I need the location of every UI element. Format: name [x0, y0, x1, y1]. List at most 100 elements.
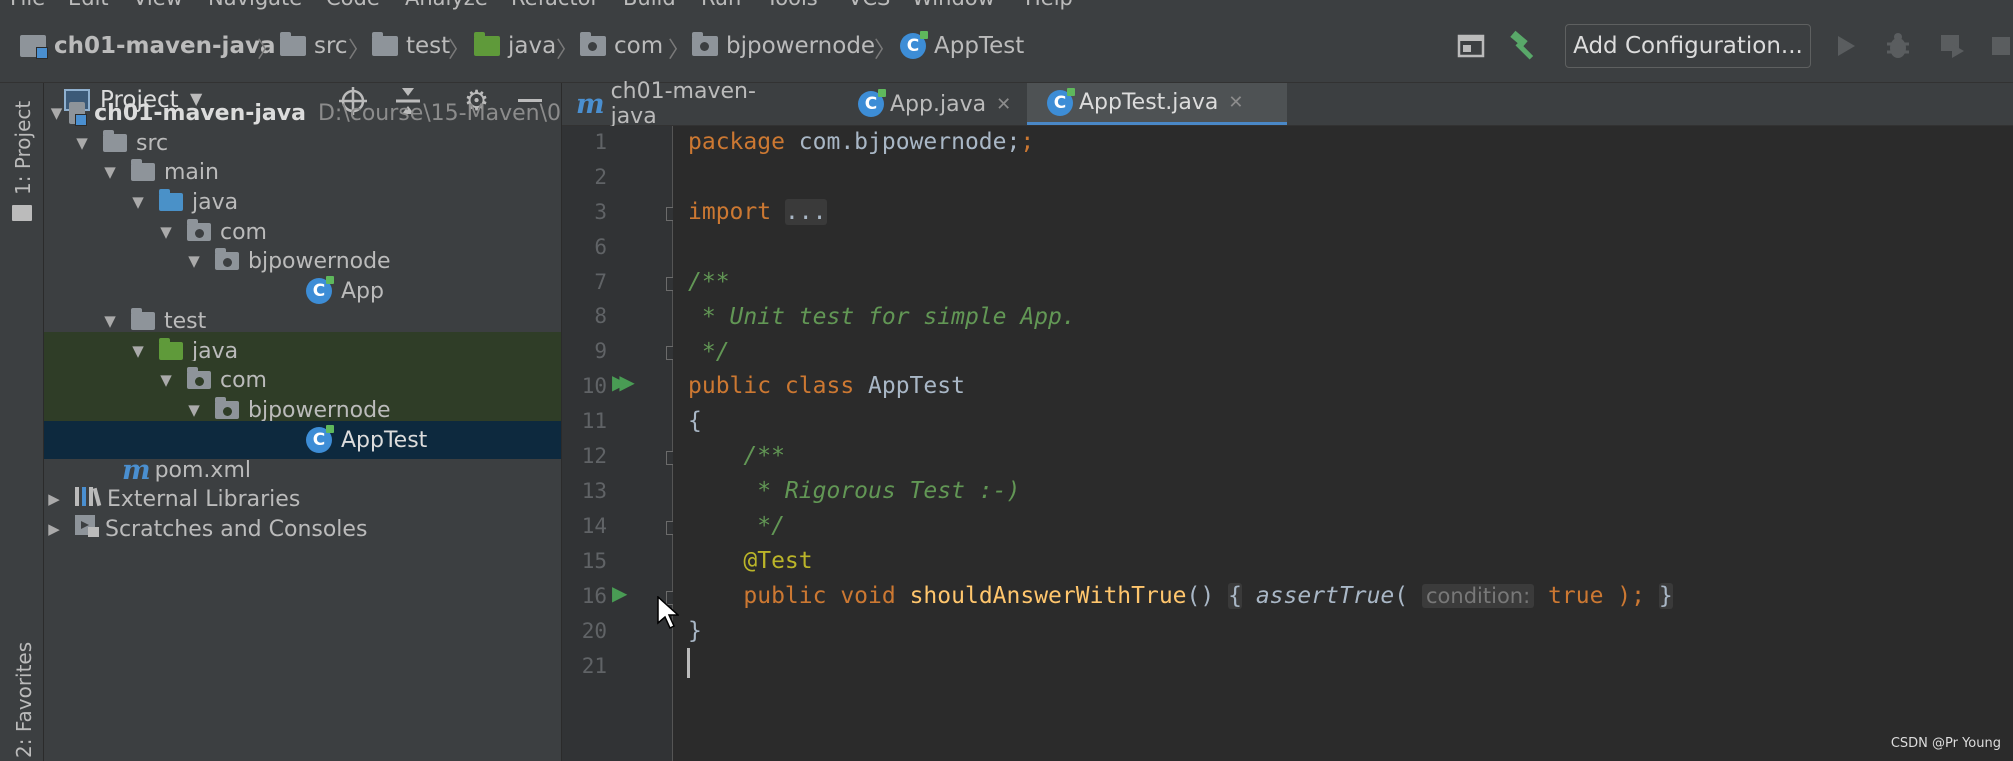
expand-arrow-icon[interactable]: ▼: [100, 163, 120, 181]
menu-edit[interactable]: Edit: [68, 0, 109, 10]
run-class-gutter-icon[interactable]: ▶▶: [612, 370, 635, 394]
scratches-icon: [73, 513, 101, 545]
breadcrumb-separator: 〉: [257, 38, 280, 63]
menu-window[interactable]: Window: [912, 0, 995, 10]
code-line-20: }: [688, 618, 702, 644]
menu-bar: File Edit View Navigate Code Analyze Ref…: [0, 0, 2013, 10]
menu-vcs[interactable]: VCS: [848, 0, 890, 10]
class-icon: C: [900, 31, 928, 59]
text-caret: [687, 648, 690, 678]
package-icon: [215, 248, 239, 270]
line-number: 7: [594, 270, 607, 294]
line-number: 16: [581, 584, 607, 608]
breadcrumb-apptest[interactable]: C AppTest: [900, 28, 1024, 64]
breadcrumb-test[interactable]: test: [372, 28, 450, 64]
expand-arrow-icon[interactable]: ▼: [128, 342, 148, 360]
menu-help[interactable]: Help: [1025, 0, 1073, 10]
line-number: 14: [581, 514, 607, 538]
breadcrumb-com[interactable]: com: [580, 28, 663, 64]
expand-arrow-icon[interactable]: ▶: [44, 490, 64, 508]
stop-icon[interactable]: [1990, 30, 2013, 62]
code-line-11: {: [688, 408, 702, 434]
folder-icon: [103, 130, 127, 152]
breadcrumb-module[interactable]: ch01-maven-java: [20, 28, 275, 64]
expand-arrow-icon[interactable]: ▼: [156, 371, 176, 389]
menu-analyze[interactable]: Analyze: [405, 0, 488, 10]
code-line-15: @Test: [688, 548, 813, 574]
breadcrumb-separator: 〉: [556, 38, 579, 63]
line-number: 13: [581, 479, 607, 503]
menu-code[interactable]: Code: [326, 0, 380, 10]
tree-item-scratches[interactable]: ▶ Scratches and Consoles: [44, 510, 561, 548]
line-number: 1: [594, 130, 607, 154]
code-line-14: */: [688, 513, 785, 539]
tab-ch01-maven-java[interactable]: m ch01-maven-java: [576, 79, 790, 129]
line-number: 11: [581, 409, 607, 433]
build-hammer-icon[interactable]: [1505, 28, 1541, 64]
class-icon: C: [306, 276, 334, 304]
breadcrumb-bjpowernode[interactable]: bjpowernode: [692, 28, 875, 64]
breadcrumb-separator: 〉: [874, 38, 897, 63]
project-panel: Project ▼ ⚙ ▼ ch01-maven-java D:\course\…: [44, 83, 561, 761]
code-editor[interactable]: package com.bjpowernode;; import ... /**…: [673, 126, 2013, 761]
expand-arrow-icon[interactable]: ▼: [100, 312, 120, 330]
menu-file[interactable]: File: [10, 0, 45, 10]
breadcrumb-separator: 〉: [348, 38, 371, 63]
expand-arrow-icon[interactable]: ▼: [50, 104, 63, 122]
line-number: 20: [581, 619, 607, 643]
folder-icon: [131, 159, 155, 181]
tab-apptest-java[interactable]: C AppTest.java ✕: [1027, 83, 1287, 125]
test-source-folder-icon: [474, 32, 500, 56]
class-icon: C: [1047, 87, 1075, 116]
close-icon[interactable]: ✕: [996, 94, 1011, 115]
line-number: 3: [594, 200, 607, 224]
favorites-tool-window-tab[interactable]: 2: Favorites: [12, 642, 36, 758]
expand-arrow-icon[interactable]: ▼: [72, 134, 92, 152]
editor-tab-bar: m ch01-maven-java C App.java ✕ C AppTest…: [562, 79, 2013, 129]
menu-build[interactable]: Build: [623, 0, 676, 10]
breadcrumb-src[interactable]: src: [280, 28, 348, 64]
navigation-bar: ch01-maven-java 〉 src 〉 test 〉 java 〉 co…: [0, 10, 2013, 83]
add-configuration-button[interactable]: Add Configuration...: [1565, 24, 1811, 68]
debug-icon[interactable]: [1882, 30, 1914, 62]
menu-navigate[interactable]: Navigate: [208, 0, 302, 10]
expand-arrow-icon[interactable]: ▼: [156, 223, 176, 241]
code-line-12: /**: [688, 443, 785, 469]
line-number: 12: [581, 444, 607, 468]
breadcrumb-java[interactable]: java: [474, 28, 556, 64]
layout-icon[interactable]: [1455, 30, 1487, 62]
folder-icon: [280, 32, 306, 56]
code-line-8: * Unit test for simple App.: [688, 304, 1076, 330]
expand-arrow-icon[interactable]: ▼: [184, 252, 204, 270]
menu-run[interactable]: Run: [701, 0, 741, 10]
expand-arrow-icon[interactable]: ▼: [184, 401, 204, 419]
menu-view[interactable]: View: [133, 0, 183, 10]
project-folder-icon: [12, 205, 32, 221]
tool-window-strip: 1: Project 2: Favorites: [0, 83, 44, 761]
coverage-icon[interactable]: [1936, 30, 1968, 62]
test-source-folder-icon: [159, 338, 183, 360]
expand-arrow-icon[interactable]: ▶: [44, 520, 64, 538]
package-icon: [187, 367, 211, 389]
menu-tools[interactable]: Tools: [766, 0, 818, 10]
close-icon[interactable]: ✕: [1228, 92, 1243, 113]
expand-arrow-icon[interactable]: ▼: [128, 193, 148, 211]
module-icon: [20, 35, 48, 59]
watermark: CSDN @Pr Young: [1890, 736, 2001, 751]
breadcrumb-separator: 〉: [448, 38, 471, 63]
module-icon: [68, 102, 88, 126]
menu-refactor[interactable]: Refactor: [511, 0, 599, 10]
line-number: 2: [594, 165, 607, 189]
run-test-gutter-icon[interactable]: ▶: [612, 581, 627, 605]
maven-icon: m: [576, 88, 605, 120]
run-icon[interactable]: [1830, 30, 1862, 62]
breadcrumb-separator: 〉: [668, 38, 691, 63]
project-tool-window-tab[interactable]: 1: Project: [11, 101, 35, 195]
package-icon: [580, 32, 606, 56]
code-line-9: */: [688, 339, 730, 365]
class-icon: C: [858, 89, 886, 117]
code-line-7: /**: [688, 269, 730, 295]
folder-icon: [131, 308, 155, 330]
folded-imports[interactable]: ...: [784, 199, 827, 225]
code-line-16: public void shouldAnswerWithTrue() { ass…: [688, 583, 1673, 609]
